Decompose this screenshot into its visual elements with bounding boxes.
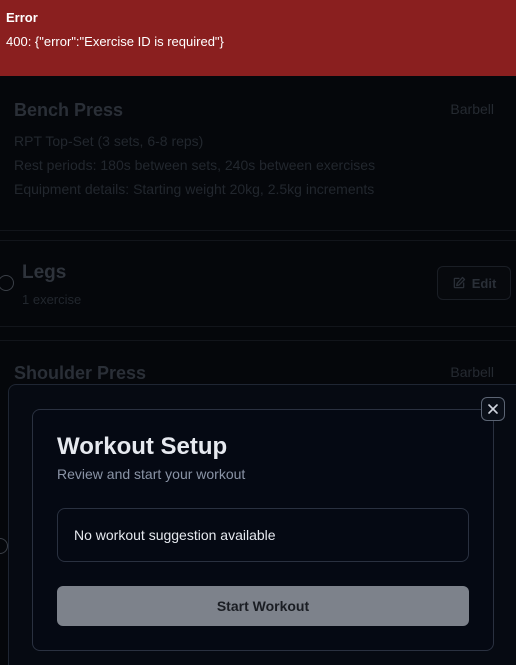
error-message: 400: {"error":"Exercise ID is required"} <box>6 34 224 49</box>
group-exercise-count: 1 exercise <box>22 292 82 307</box>
divider <box>0 240 516 241</box>
group-name-legs: Legs <box>22 262 67 283</box>
close-icon <box>488 404 498 414</box>
equipment-badge-barbell: Barbell <box>450 101 494 117</box>
start-workout-button[interactable]: Start Workout <box>57 586 469 626</box>
edit-icon <box>453 276 465 289</box>
exercise-rest-periods: Rest periods: 180s between sets, 240s be… <box>14 157 376 173</box>
modal-title: Workout Setup <box>57 433 228 460</box>
divider <box>0 340 516 341</box>
group-select-radio[interactable] <box>0 275 14 291</box>
error-title: Error <box>6 10 38 25</box>
exercise-equipment-details: Equipment details: Starting weight 20kg,… <box>14 181 375 197</box>
exercise-scheme: RPT Top-Set (3 sets, 6-8 reps) <box>14 133 204 149</box>
close-modal-button[interactable] <box>481 397 505 421</box>
error-toast: Error 400: {"error":"Exercise ID is requ… <box>0 0 516 76</box>
exercise-name-shoulder-press: Shoulder Press <box>14 363 147 383</box>
workout-suggestion-box: No workout suggestion available <box>57 508 469 562</box>
modal-subtitle: Review and start your workout <box>57 466 246 482</box>
equipment-badge-barbell: Barbell <box>450 364 494 380</box>
edit-label: Edit <box>471 275 497 291</box>
group-select-radio[interactable] <box>0 538 8 554</box>
divider <box>0 326 516 327</box>
exercise-name-bench-press: Bench Press <box>14 100 124 120</box>
suggestion-text: No workout suggestion available <box>74 527 276 543</box>
workout-page: Bench Press Barbell RPT Top-Set (3 sets,… <box>0 0 516 665</box>
edit-group-button[interactable]: Edit <box>437 266 511 300</box>
divider <box>0 230 516 231</box>
